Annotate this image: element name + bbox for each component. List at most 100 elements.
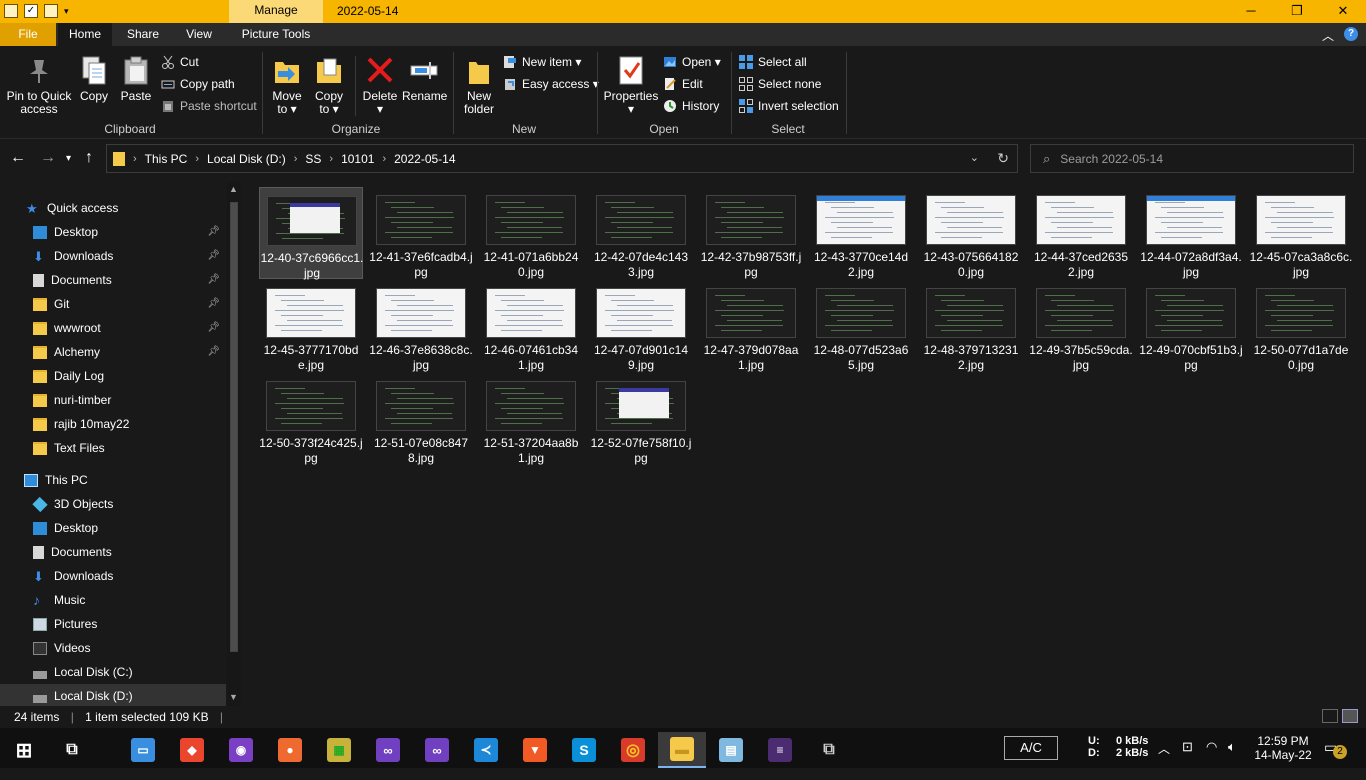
collapse-ribbon-icon[interactable]: ︿	[1322, 27, 1334, 44]
file-tile[interactable]: 12-47-07d901c149.jpg	[589, 280, 693, 372]
taskbar-git-button[interactable]: ◆	[168, 732, 216, 768]
taskbar-github-button[interactable]: ◉	[217, 732, 265, 768]
copy-path-button[interactable]: Copy path	[161, 75, 235, 93]
taskbar-brave-button[interactable]: ▼	[511, 732, 559, 768]
invert-selection-button[interactable]: Invert selection	[739, 97, 839, 115]
paste-button[interactable]: Paste	[118, 54, 154, 103]
nav-item-pictures[interactable]: Pictures	[0, 612, 226, 636]
new-folder-button[interactable]: New folder	[459, 54, 499, 116]
properties-button[interactable]: Properties ▾	[603, 54, 659, 116]
file-tile[interactable]: 12-43-0756641820.jpg	[919, 187, 1023, 279]
taskbar-skype-button[interactable]: S	[560, 732, 608, 768]
volume-icon[interactable]: 🔈︎	[1228, 739, 1236, 779]
recent-locations-chevron-icon[interactable]: ▾	[66, 153, 71, 164]
folder-icon[interactable]	[4, 4, 18, 18]
taskbar-visual-studio-button[interactable]: ∞	[364, 732, 412, 768]
details-view-icon[interactable]	[1322, 709, 1338, 723]
nav-item-local-disk-c-[interactable]: Local Disk (C:)	[0, 660, 226, 684]
file-tile[interactable]: 12-43-3770ce14d2.jpg	[809, 187, 913, 279]
taskbar-chrome-button[interactable]: ◎	[609, 732, 657, 768]
clock[interactable]: 12:59 PM 14-May-22	[1254, 734, 1312, 774]
new-item-button[interactable]: New item ▾	[503, 53, 581, 71]
customize-toolbar-dropdown-icon[interactable]: ▾	[64, 4, 74, 18]
nav-pane-scrollbar[interactable]: ▲ ▼	[227, 182, 241, 706]
wifi-icon[interactable]: ◠	[1206, 739, 1217, 779]
delete-button[interactable]: Delete ▾	[360, 54, 400, 116]
minimize-button[interactable]: ─	[1228, 0, 1274, 23]
help-icon[interactable]: ?	[1344, 27, 1358, 41]
large-icons-view-icon[interactable]	[1342, 709, 1358, 723]
nav-item-desktop[interactable]: Desktop	[0, 516, 226, 540]
file-tile[interactable]: 12-52-07fe758f10.jpg	[589, 373, 693, 465]
paste-shortcut-button[interactable]: Paste shortcut	[161, 97, 257, 115]
search-box[interactable]: ⌕	[1030, 144, 1354, 173]
tab-file[interactable]: File	[0, 23, 56, 46]
file-tile[interactable]: 12-42-07de4c1433.jpg	[589, 187, 693, 279]
nav-item-rajib-10may22[interactable]: rajib 10may22	[0, 412, 226, 436]
taskbar-file-zilla-button[interactable]: ▦	[315, 732, 363, 768]
nav-item-documents[interactable]: Documents	[0, 540, 226, 564]
chevron-right-icon[interactable]: ›	[294, 153, 298, 165]
file-tile[interactable]: 12-49-070cbf51b3.jpg	[1139, 280, 1243, 372]
notifications-icon[interactable]: ▭ 2	[1324, 739, 1347, 779]
file-tile[interactable]: 12-51-07e08c8478.jpg	[369, 373, 473, 465]
chevron-right-icon[interactable]: ›	[195, 153, 199, 165]
file-tile[interactable]: 12-44-37ced26352.jpg	[1029, 187, 1133, 279]
taskbar-visual-studio-2-button[interactable]: ∞	[413, 732, 461, 768]
forward-arrow-icon[interactable]: →	[40, 149, 56, 167]
file-tile[interactable]: 12-45-07ca3a8c6c.jpg	[1249, 187, 1353, 279]
cut-button[interactable]: Cut	[161, 53, 199, 71]
address-history-chevron-icon[interactable]: ⌄	[970, 151, 979, 164]
tab-share[interactable]: Share	[118, 23, 168, 46]
nav-item-3d-objects[interactable]: 3D Objects	[0, 492, 226, 516]
taskbar-this-pc-button[interactable]: ▭	[119, 732, 167, 768]
ac-button[interactable]: A/C	[1004, 736, 1058, 760]
breadcrumb-local-disk-d[interactable]: Local Disk (D:)	[207, 152, 286, 166]
nav-item-music[interactable]: ♪ Music	[0, 588, 226, 612]
refresh-icon[interactable]: ↻	[997, 150, 1009, 167]
up-arrow-icon[interactable]: ↑	[85, 149, 93, 167]
file-tile[interactable]: 12-50-077d1a7de0.jpg	[1249, 280, 1353, 372]
properties-check-icon[interactable]: ✓	[24, 4, 38, 18]
taskbar-remote-button[interactable]: ⧉	[805, 732, 853, 768]
taskbar-notepad-button[interactable]: ▤	[707, 732, 755, 768]
pin-to-quick-access-button[interactable]: Pin to Quick access	[6, 54, 72, 116]
tab-view[interactable]: View	[176, 23, 222, 46]
taskbar-terminal-button[interactable]: ≡	[756, 732, 804, 768]
file-tile[interactable]: 12-47-379d078aa1.jpg	[699, 280, 803, 372]
back-arrow-icon[interactable]: ←	[10, 149, 26, 167]
address-bar[interactable]: › This PC › Local Disk (D:) › SS › 10101…	[106, 144, 1018, 173]
breadcrumb-ss[interactable]: SS	[305, 152, 321, 166]
taskbar-vscode-button[interactable]: ≺	[462, 732, 510, 768]
tab-home[interactable]: Home	[58, 23, 112, 46]
breadcrumb-2022-05-14[interactable]: 2022-05-14	[394, 152, 455, 166]
scrollbar-thumb[interactable]	[230, 202, 238, 652]
file-tile[interactable]: 12-48-3797132312.jpg	[919, 280, 1023, 372]
taskbar-task-view-button[interactable]: ⧉	[48, 732, 96, 768]
scroll-down-icon[interactable]: ▼	[229, 692, 238, 702]
chevron-right-icon[interactable]: ›	[329, 153, 333, 165]
manage-context-tab[interactable]: Manage	[229, 0, 323, 23]
file-tile[interactable]: 12-44-072a8df3a4.jpg	[1139, 187, 1243, 279]
taskbar-start-button[interactable]: ⊞	[0, 732, 48, 768]
file-tile[interactable]: 12-45-3777170bde.jpg	[259, 280, 363, 372]
nav-item-downloads[interactable]: ⬇ Downloads	[0, 564, 226, 588]
file-tile[interactable]: 12-41-37e6fcadb4.jpg	[369, 187, 473, 279]
nav-item-text-files[interactable]: Text Files	[0, 436, 226, 460]
copy-button[interactable]: Copy	[76, 54, 112, 103]
nav-item-documents[interactable]: Documents 📌︎	[0, 268, 226, 292]
file-tile[interactable]: 12-40-37c6966cc1.jpg	[259, 187, 363, 280]
file-tile[interactable]: 12-48-077d523a65.jpg	[809, 280, 913, 372]
breadcrumb-this-pc[interactable]: This PC	[145, 152, 188, 166]
nav-item-wwwroot[interactable]: wwwroot 📌︎	[0, 316, 226, 340]
file-tile[interactable]: 12-41-071a6bb240.jpg	[479, 187, 583, 279]
file-tile[interactable]: 12-42-37b98753ff.jpg	[699, 187, 803, 279]
maximize-button[interactable]: ❐	[1274, 0, 1320, 23]
chevron-right-icon[interactable]: ›	[382, 153, 386, 165]
select-all-button[interactable]: Select all	[739, 53, 807, 71]
search-input[interactable]	[1060, 151, 1321, 166]
scroll-up-icon[interactable]: ▲	[229, 184, 238, 194]
nav-item-local-disk-d-[interactable]: Local Disk (D:)	[0, 684, 226, 708]
breadcrumb-10101[interactable]: 10101	[341, 152, 374, 166]
close-button[interactable]: ✕	[1320, 0, 1366, 23]
